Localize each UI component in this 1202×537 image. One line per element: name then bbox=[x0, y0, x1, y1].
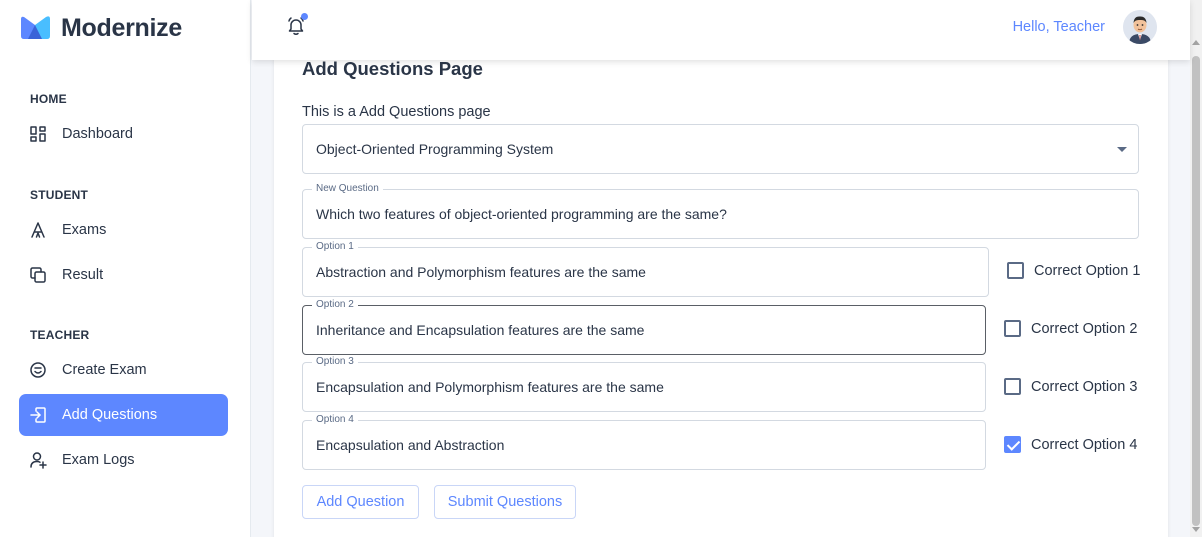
exam-select[interactable]: Object-Oriented Programming System bbox=[302, 124, 1139, 174]
option-3-value: Encapsulation and Polymorphism features … bbox=[316, 379, 664, 395]
correct-option-3-label: Correct Option 3 bbox=[1031, 378, 1138, 395]
notification-dot bbox=[301, 13, 308, 20]
sidebar-item-exams[interactable]: Exams bbox=[19, 209, 228, 251]
correct-option-2-label: Correct Option 2 bbox=[1031, 320, 1138, 337]
sidebar-item-label: Exam Logs bbox=[62, 452, 135, 468]
sidebar-item-label: Dashboard bbox=[62, 126, 133, 142]
scroll-up-arrow-icon[interactable] bbox=[1192, 40, 1200, 45]
notifications-button[interactable] bbox=[286, 13, 308, 38]
option-3-label: Option 3 bbox=[312, 356, 358, 368]
nav-heading-student: STUDENT bbox=[30, 188, 89, 202]
create-exam-icon bbox=[29, 361, 47, 379]
nav-heading-home: HOME bbox=[30, 92, 67, 106]
option-1-value: Abstraction and Polymorphism features ar… bbox=[316, 264, 646, 280]
dashboard-icon bbox=[29, 125, 47, 143]
top-header: Hello, Teacher bbox=[252, 0, 1190, 60]
new-question-label: New Question bbox=[312, 183, 383, 195]
page-scrollbar[interactable] bbox=[1190, 0, 1202, 537]
greeting-text[interactable]: Hello, Teacher bbox=[1013, 19, 1105, 35]
checkbox-box[interactable] bbox=[1004, 320, 1021, 337]
sidebar-item-result[interactable]: Result bbox=[19, 254, 228, 296]
add-question-button[interactable]: Add Question bbox=[302, 485, 419, 519]
correct-option-4-checkbox[interactable]: Correct Option 4 bbox=[1004, 436, 1137, 453]
page-title: Add Questions Page bbox=[302, 58, 483, 79]
checkbox-box[interactable] bbox=[1007, 262, 1024, 279]
option-1-field[interactable]: Option 1 Abstraction and Polymorphism fe… bbox=[302, 241, 989, 297]
brand-name: Modernize bbox=[61, 13, 182, 42]
scroll-thumb[interactable] bbox=[1192, 56, 1200, 526]
exams-icon bbox=[29, 221, 47, 239]
option-2-label: Option 2 bbox=[312, 299, 358, 311]
sidebar-item-label: Result bbox=[62, 267, 104, 283]
option-4-value: Encapsulation and Abstraction bbox=[316, 437, 505, 453]
sidebar-item-label: Exams bbox=[62, 222, 107, 238]
new-question-value: Which two features of object-oriented pr… bbox=[316, 206, 727, 222]
checkbox-box[interactable] bbox=[1004, 378, 1021, 395]
option-2-value: Inheritance and Encapsulation features a… bbox=[316, 322, 645, 338]
exam-select-value: Object-Oriented Programming System bbox=[316, 141, 554, 157]
exam-logs-icon bbox=[29, 451, 47, 469]
page-subtitle: This is a Add Questions page bbox=[302, 104, 491, 120]
chevron-down-icon bbox=[1117, 147, 1127, 152]
sidebar-item-add-questions[interactable]: Add Questions bbox=[19, 394, 228, 436]
option-2-field[interactable]: Option 2 Inheritance and Encapsulation f… bbox=[302, 299, 986, 355]
option-1-label: Option 1 bbox=[312, 241, 358, 253]
correct-option-2-checkbox[interactable]: Correct Option 2 bbox=[1004, 320, 1137, 337]
result-icon bbox=[29, 266, 47, 284]
brand-logo[interactable]: Modernize bbox=[19, 13, 182, 43]
sidebar-item-label: Create Exam bbox=[62, 362, 147, 378]
correct-option-1-label: Correct Option 1 bbox=[1034, 262, 1141, 279]
correct-option-1-checkbox[interactable]: Correct Option 1 bbox=[1007, 262, 1140, 279]
option-4-label: Option 4 bbox=[312, 414, 358, 426]
submit-questions-button[interactable]: Submit Questions bbox=[434, 485, 576, 519]
correct-option-3-checkbox[interactable]: Correct Option 3 bbox=[1004, 378, 1137, 395]
sidebar: Modernize HOME Dashboard STUDENT Exams R… bbox=[0, 0, 251, 537]
add-questions-icon bbox=[29, 406, 47, 424]
scroll-down-arrow-icon[interactable] bbox=[1192, 527, 1200, 532]
sidebar-item-exam-logs[interactable]: Exam Logs bbox=[19, 439, 228, 481]
option-4-field[interactable]: Option 4 Encapsulation and Abstraction bbox=[302, 414, 986, 470]
sidebar-item-dashboard[interactable]: Dashboard bbox=[19, 113, 228, 155]
avatar[interactable] bbox=[1123, 10, 1157, 44]
correct-option-4-label: Correct Option 4 bbox=[1031, 436, 1138, 453]
option-3-field[interactable]: Option 3 Encapsulation and Polymorphism … bbox=[302, 356, 986, 412]
nav-heading-teacher: TEACHER bbox=[30, 328, 90, 342]
checkbox-box-checked[interactable] bbox=[1004, 436, 1021, 453]
new-question-field[interactable]: New Question Which two features of objec… bbox=[302, 183, 1139, 239]
sidebar-item-label: Add Questions bbox=[62, 407, 158, 423]
modernize-logo-icon bbox=[21, 16, 50, 39]
sidebar-item-create-exam[interactable]: Create Exam bbox=[19, 349, 228, 391]
